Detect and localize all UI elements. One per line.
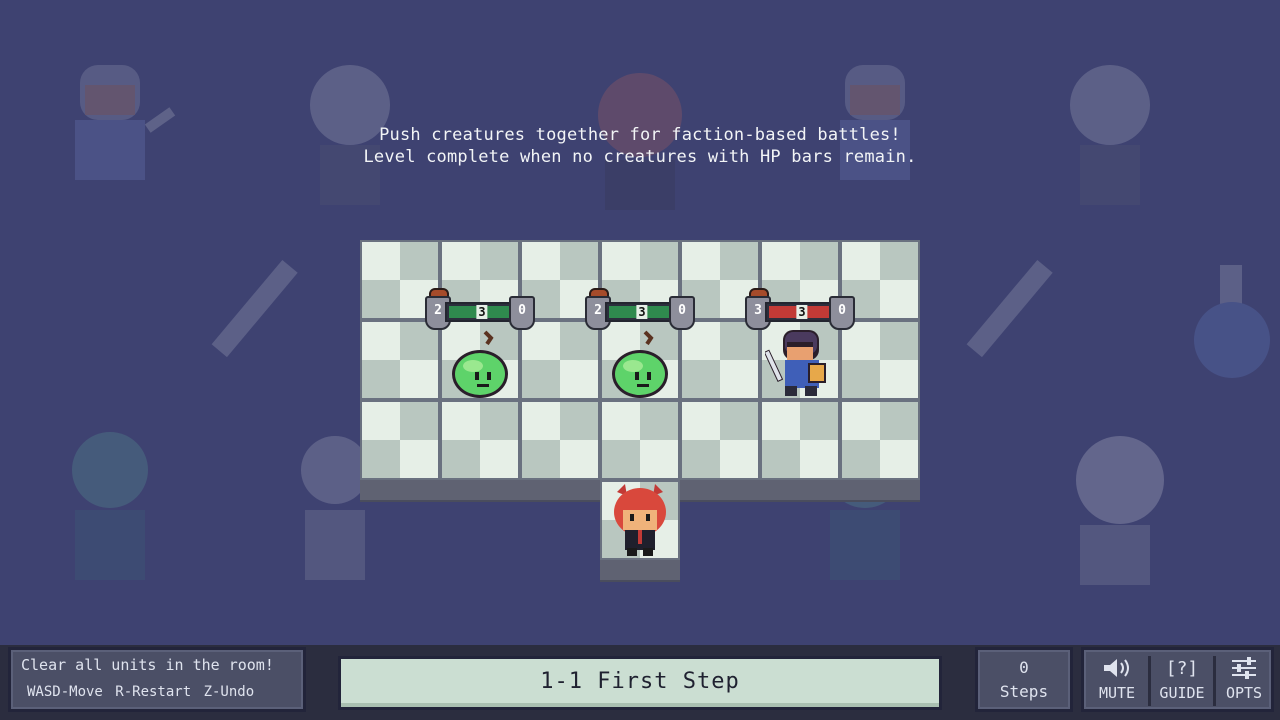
board-ledge [360, 480, 600, 502]
board-tile[interactable] [520, 400, 600, 480]
guide-label: GUIDE [1159, 684, 1205, 702]
bg-zombie-sprite [45, 425, 175, 590]
sliders-icon [1213, 656, 1275, 680]
options-button[interactable]: OPTS [1213, 652, 1275, 708]
board-tile[interactable] [840, 400, 920, 480]
bg-knight-sprite [50, 45, 180, 200]
unit-hp-badge: 2 3 0 [425, 288, 535, 330]
hint-panel: Clear all units in the room! WASD-Move R… [8, 647, 306, 712]
board-tile[interactable] [600, 400, 680, 480]
hp-value: 3 [636, 305, 648, 319]
help-icon: [?] [1165, 657, 1199, 679]
hp-bar: 3 [765, 302, 839, 322]
speaker-icon [1086, 656, 1148, 680]
bg-skeleton-sprite [1020, 430, 1190, 595]
hint-title: Clear all units in the room! [21, 656, 274, 674]
guide-button[interactable]: [?] GUIDE [1151, 652, 1213, 708]
board-tile[interactable] [840, 320, 920, 400]
knight-unit[interactable] [763, 322, 837, 404]
hp-value: 3 [796, 305, 808, 319]
bg-potion-sprite [1190, 260, 1280, 390]
instructions-line-1: Push creatures together for faction-base… [379, 125, 901, 145]
board-tile[interactable] [680, 400, 760, 480]
steps-counter: 0 Steps [975, 647, 1073, 712]
bg-sword-sprite [180, 250, 310, 390]
player-demon-girl[interactable] [603, 482, 677, 562]
slime-unit[interactable] [445, 330, 515, 404]
hp-bar: 3 [605, 302, 679, 322]
board-tile[interactable] [440, 400, 520, 480]
steps-label: Steps [999, 682, 1049, 701]
board-tile[interactable] [360, 320, 440, 400]
board-tile[interactable] [520, 320, 600, 400]
hp-value: 3 [476, 305, 488, 319]
board-ledge [600, 560, 680, 582]
options-label: OPTS [1225, 684, 1263, 702]
level-title-bar: 1-1 First Step [338, 656, 942, 710]
mute-button[interactable]: MUTE [1086, 652, 1148, 708]
hp-bar: 3 [445, 302, 519, 322]
tool-buttons: MUTE [?] GUIDE OPTS [1081, 647, 1274, 712]
bg-sword-sprite [935, 250, 1065, 390]
defense-shield-icon: 0 [509, 296, 535, 330]
mute-label: MUTE [1098, 684, 1136, 702]
level-title: 1-1 First Step [540, 669, 740, 694]
bg-knight-sprite [815, 45, 945, 200]
instructions-line-2: Level complete when no creatures with HP… [363, 147, 917, 167]
board-tile[interactable] [360, 400, 440, 480]
unit-hp-badge: 2 3 0 [585, 288, 695, 330]
board-tile[interactable] [760, 400, 840, 480]
defense-shield-icon: 0 [669, 296, 695, 330]
hint-keys: WASD-Move R-Restart Z-Undo [27, 684, 255, 700]
slime-unit[interactable] [605, 330, 675, 404]
board-ledge [680, 480, 920, 502]
instructions-text: Push creatures together for faction-base… [0, 124, 1280, 168]
steps-count: 0 [1019, 658, 1029, 677]
board-tile[interactable] [680, 320, 760, 400]
